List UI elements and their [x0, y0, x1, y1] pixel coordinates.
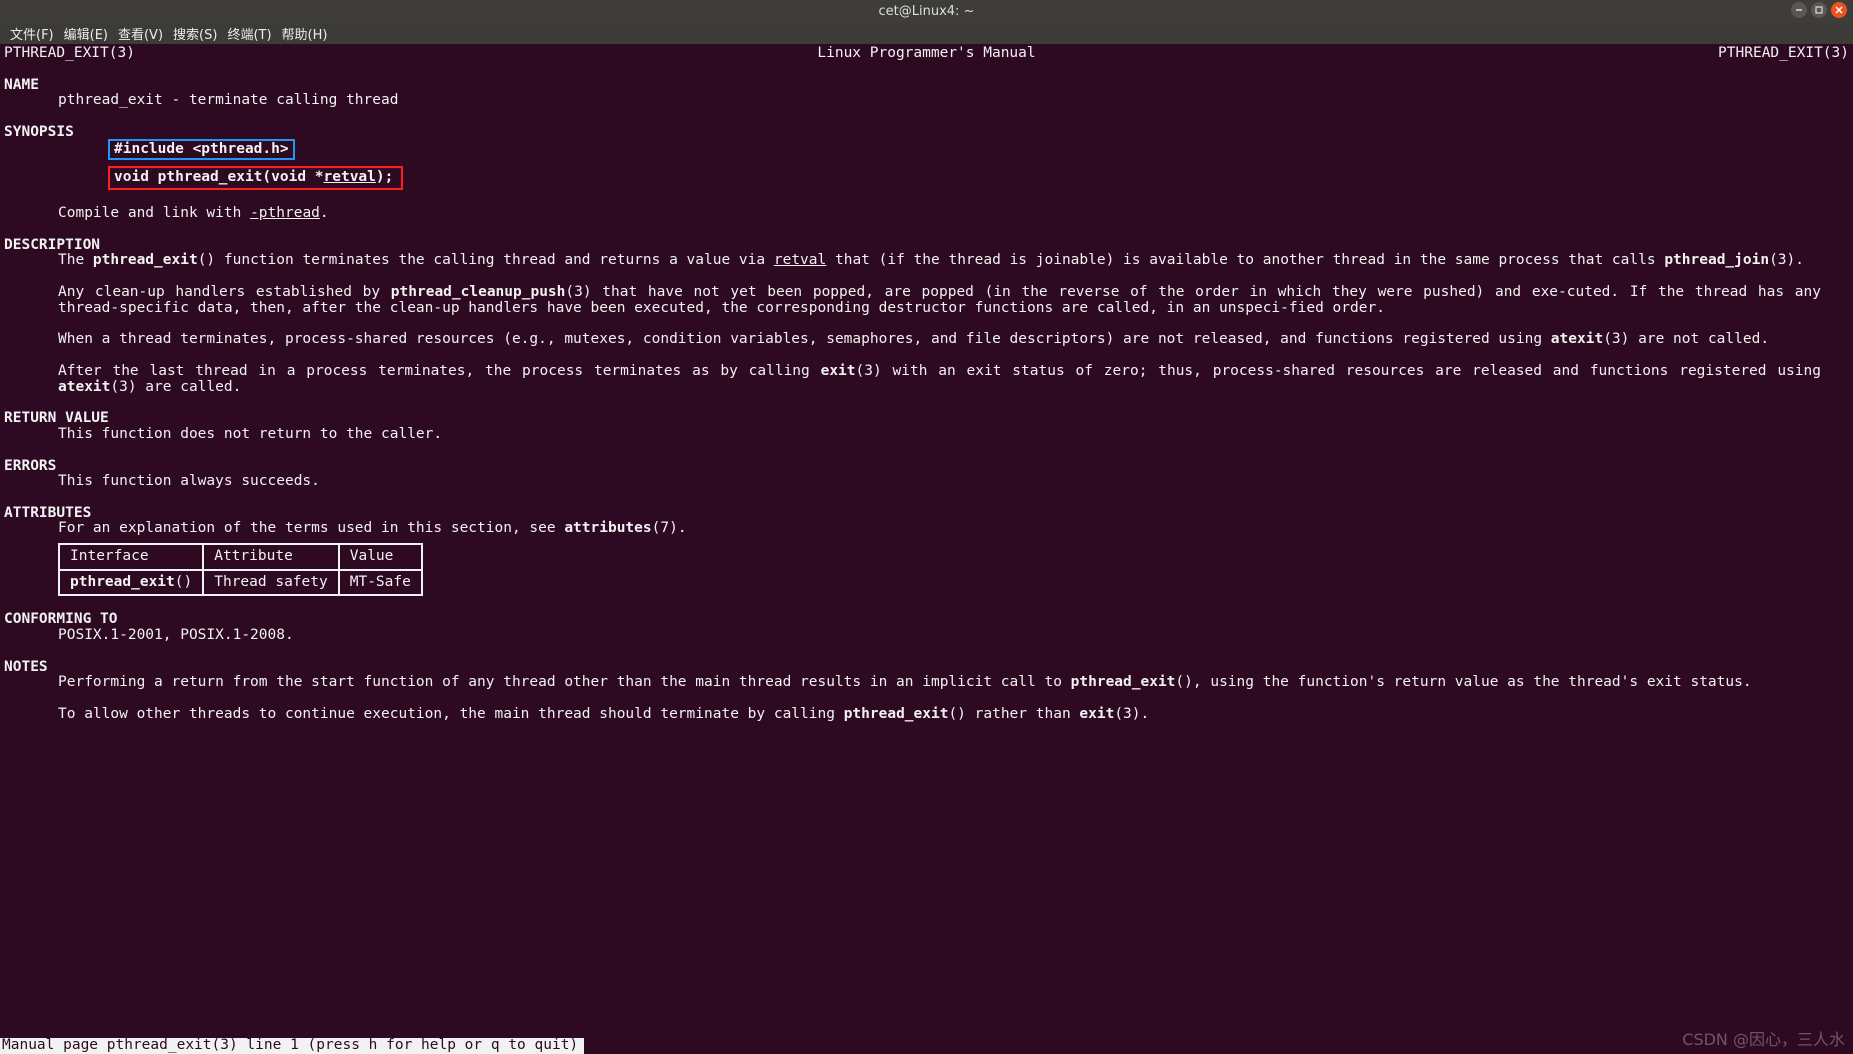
menu-edit[interactable]: 编辑(E)	[60, 23, 112, 44]
desc-para3: When a thread terminates, process-shared…	[4, 332, 1849, 348]
close-icon[interactable]	[1831, 2, 1847, 18]
th-value: Value	[339, 544, 422, 570]
t: ()	[175, 574, 192, 590]
menu-view[interactable]: 查看(V)	[114, 23, 167, 44]
td-interface: pthread_exit()	[59, 570, 203, 596]
errors-line: This function always succeeds.	[4, 474, 1849, 490]
terminal-area[interactable]: PTHREAD_EXIT(3) Linux Programmer's Manua…	[0, 44, 1853, 1054]
window-titlebar: cet@Linux4: ~	[0, 0, 1853, 22]
table-row: pthread_exit() Thread safety MT-Safe	[59, 570, 422, 596]
return-line: This function does not return to the cal…	[4, 427, 1849, 443]
section-attributes: ATTRIBUTES	[4, 506, 1849, 522]
attributes-line: For an explanation of the terms used in …	[4, 521, 1849, 537]
t: () function terminates the calling threa…	[198, 252, 774, 268]
t: pthread_join	[1664, 252, 1769, 268]
t: pthread_exit	[1071, 674, 1176, 690]
section-name: NAME	[4, 78, 1849, 94]
sig-pre: void pthread_exit(void *	[114, 169, 324, 185]
th-interface: Interface	[59, 544, 203, 570]
maximize-icon[interactable]	[1811, 2, 1827, 18]
compile-pre: Compile and link with	[58, 205, 250, 221]
conforming-line: POSIX.1-2001, POSIX.1-2008.	[4, 628, 1849, 644]
t: pthread_exit	[70, 574, 175, 590]
t: atexit	[1551, 331, 1603, 347]
menubar: 文件(F) 编辑(E) 查看(V) 搜索(S) 终端(T) 帮助(H)	[0, 22, 1853, 44]
section-conforming: CONFORMING TO	[4, 612, 1849, 628]
synopsis-include: #include <pthread.h>	[54, 139, 1849, 161]
compile-flag: -pthread	[250, 205, 320, 221]
t: (7).	[652, 520, 687, 536]
t: (3).	[1114, 706, 1149, 722]
t: (3) are called.	[110, 379, 241, 395]
desc-para1: The pthread_exit() function terminates t…	[4, 253, 1849, 269]
t: exit	[821, 363, 856, 379]
man-header: PTHREAD_EXIT(3) Linux Programmer's Manua…	[4, 46, 1849, 62]
td-value: MT-Safe	[339, 570, 422, 596]
t: (3) are not called.	[1603, 331, 1769, 347]
section-return: RETURN VALUE	[4, 411, 1849, 427]
t: (), using the function's return value as…	[1175, 674, 1751, 690]
td-attribute: Thread safety	[203, 570, 339, 596]
t: () rather than	[948, 706, 1079, 722]
function-signature: void pthread_exit(void *retval);	[108, 166, 403, 190]
attributes-table: Interface Attribute Value pthread_exit()…	[58, 543, 423, 596]
t: that (if the thread is joinable) is avai…	[826, 252, 1664, 268]
desc-para2: Any clean-up handlers established by pth…	[4, 285, 1849, 316]
t: After the last thread in a process termi…	[58, 363, 821, 379]
status-text: Manual page pthread_exit(3) line 1 (pres…	[0, 1038, 584, 1054]
t: For an explanation of the terms used in …	[58, 520, 564, 536]
window-title: cet@Linux4: ~	[879, 4, 975, 19]
t: The	[58, 252, 93, 268]
menu-file[interactable]: 文件(F)	[6, 23, 58, 44]
menu-search[interactable]: 搜索(S)	[169, 23, 221, 44]
t: pthread_exit	[93, 252, 198, 268]
t: attributes	[564, 520, 651, 536]
t: To allow other threads to continue execu…	[58, 706, 844, 722]
t: exit	[1079, 706, 1114, 722]
section-notes: NOTES	[4, 660, 1849, 676]
compile-line: Compile and link with -pthread.	[4, 206, 1849, 222]
notes-para1: Performing a return from the start funct…	[4, 675, 1849, 691]
t: atexit	[58, 379, 110, 395]
section-errors: ERRORS	[4, 459, 1849, 475]
t: (3) with an exit status of zero; thus, p…	[856, 363, 1821, 379]
section-description: DESCRIPTION	[4, 238, 1849, 254]
desc-para4: After the last thread in a process termi…	[4, 364, 1849, 395]
man-status-line: Manual page pthread_exit(3) line 1 (pres…	[0, 1038, 1853, 1054]
menu-terminal[interactable]: 终端(T)	[223, 23, 275, 44]
t: Any clean-up handlers established by	[58, 284, 391, 300]
t: When a thread terminates, process-shared…	[58, 331, 1551, 347]
table-row: Interface Attribute Value	[59, 544, 422, 570]
man-header-center: Linux Programmer's Manual	[817, 46, 1035, 62]
sig-post: );	[376, 169, 393, 185]
window-controls	[1791, 2, 1847, 18]
menu-help[interactable]: 帮助(H)	[278, 23, 332, 44]
t: pthread_cleanup_push	[391, 284, 566, 300]
t: Performing a return from the start funct…	[58, 674, 1071, 690]
man-header-right: PTHREAD_EXIT(3)	[1718, 46, 1849, 62]
name-line: pthread_exit - terminate calling thread	[4, 93, 1849, 109]
compile-post: .	[320, 205, 329, 221]
minimize-icon[interactable]	[1791, 2, 1807, 18]
t: retval	[774, 252, 826, 268]
man-header-left: PTHREAD_EXIT(3)	[4, 46, 135, 62]
synopsis-signature: void pthread_exit(void *retval);	[54, 160, 1849, 190]
sig-arg: retval	[324, 169, 376, 185]
watermark: CSDN @因心，三人水	[1682, 1031, 1845, 1048]
th-attribute: Attribute	[203, 544, 339, 570]
include-line: #include <pthread.h>	[108, 139, 295, 161]
notes-para2: To allow other threads to continue execu…	[4, 707, 1849, 723]
t: pthread_exit	[844, 706, 949, 722]
t: (3).	[1769, 252, 1804, 268]
